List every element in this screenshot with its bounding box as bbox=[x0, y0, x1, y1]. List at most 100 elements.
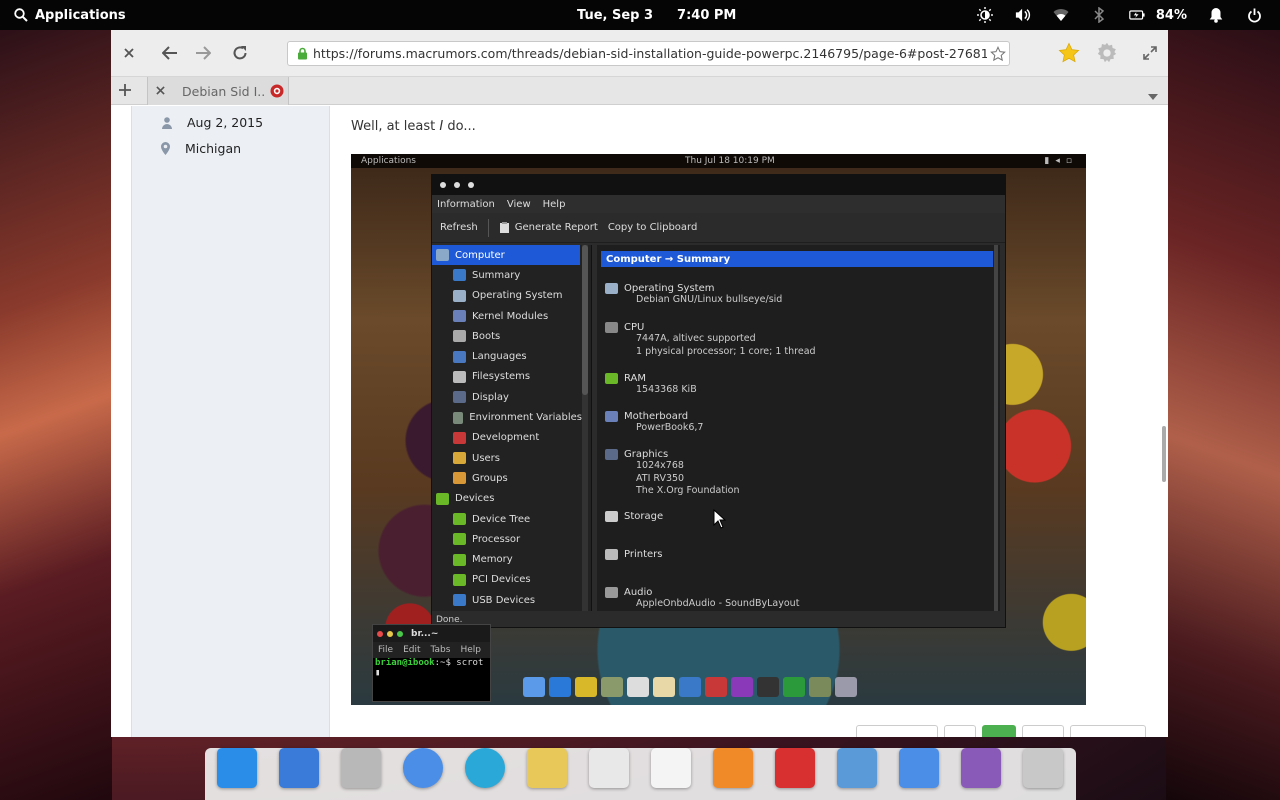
photos-icon[interactable] bbox=[835, 746, 879, 790]
settings-icon[interactable] bbox=[897, 746, 941, 790]
quote-button[interactable] bbox=[1022, 725, 1064, 737]
reload-button[interactable] bbox=[228, 41, 252, 65]
address-bar[interactable]: https://forums.macrumors.com/threads/deb… bbox=[287, 41, 1010, 66]
user-info-sidebar: Aug 2, 2015 Michigan bbox=[131, 106, 330, 737]
section-value: AppleOnbdAudio - SoundByLayout bbox=[636, 598, 800, 609]
browser-window: https://forums.macrumors.com/threads/deb… bbox=[111, 30, 1168, 737]
power-icon[interactable] bbox=[1246, 7, 1262, 23]
battery-percentage: 84% bbox=[1155, 7, 1187, 23]
screenshot-dock-icon bbox=[601, 677, 623, 697]
chromium-icon[interactable] bbox=[401, 746, 445, 790]
videos-icon[interactable] bbox=[773, 746, 817, 790]
bookmark-star-icon[interactable] bbox=[987, 45, 1009, 62]
hardinfo-menubar: Information View Help bbox=[432, 195, 1005, 213]
screenshot-dock-icon bbox=[757, 677, 779, 697]
tree-item-label: Memory bbox=[472, 554, 513, 566]
summary-section: RAM 1543368 KiB bbox=[605, 373, 697, 397]
post-screenshot-image[interactable]: Applications Thu Jul 18 10:19 PM ▮◂▫ Inf… bbox=[351, 154, 1086, 705]
location: Michigan bbox=[185, 141, 242, 156]
screenshot-dock-icon bbox=[523, 677, 545, 697]
tree-item-icon bbox=[453, 472, 466, 485]
trash-icon[interactable] bbox=[1021, 746, 1065, 790]
page-scrollbar[interactable] bbox=[1162, 426, 1166, 482]
section-icon bbox=[605, 449, 618, 460]
toolbar-separator bbox=[487, 218, 489, 237]
chevron-down-icon bbox=[1148, 94, 1158, 100]
top-panel: Applications Tue, Sep 3 7:40 PM 84% bbox=[0, 0, 1280, 30]
reload-icon bbox=[233, 46, 247, 60]
summary-section: Graphics 1024x768 ATI RV350 The X.Org Found… bbox=[605, 449, 740, 498]
joined-date-row: Aug 2, 2015 bbox=[159, 115, 263, 130]
date-time-indicator[interactable]: Tue, Sep 3 7:40 PM bbox=[577, 8, 736, 23]
hardinfo-window: Information View Help Refresh Generate R… bbox=[431, 174, 1006, 628]
bluetooth-off-icon[interactable] bbox=[1091, 7, 1107, 23]
tab-menu-button[interactable] bbox=[1148, 85, 1158, 104]
applications-menu[interactable]: Applications bbox=[14, 8, 126, 23]
volume-icon[interactable] bbox=[1015, 7, 1031, 23]
terminal-window: br...~ File Edit Tabs Help brian@ibook:~… bbox=[372, 624, 491, 702]
home-folder-icon[interactable] bbox=[339, 746, 383, 790]
tab-bar: Debian Sid I... bbox=[111, 77, 1168, 105]
new-tab-button[interactable] bbox=[119, 80, 131, 101]
app-center-icon[interactable] bbox=[959, 746, 1003, 790]
tree-item: PCI Devices bbox=[432, 570, 582, 590]
text-editor-icon[interactable] bbox=[649, 746, 693, 790]
browser-toolbar: https://forums.macrumors.com/threads/deb… bbox=[111, 30, 1168, 77]
tree-item: Boots bbox=[432, 326, 582, 346]
section-icon bbox=[605, 411, 618, 422]
section-title: Operating System bbox=[624, 283, 715, 294]
section-title: Storage bbox=[624, 511, 664, 522]
battery-icon[interactable] bbox=[1129, 7, 1145, 23]
location-row: Michigan bbox=[157, 141, 241, 156]
window-dot-icon bbox=[440, 182, 446, 188]
dock-app-tile bbox=[341, 748, 381, 788]
tree-item-icon bbox=[453, 269, 466, 282]
tree-item: USB Devices bbox=[432, 590, 582, 610]
close-window-button[interactable] bbox=[117, 41, 141, 65]
section-value: Debian GNU/Linux bullseye/sid bbox=[636, 294, 783, 305]
tree-item: Display bbox=[432, 387, 582, 407]
section-icon bbox=[605, 549, 618, 560]
forward-button[interactable] bbox=[191, 41, 215, 65]
tree-item: Memory bbox=[432, 549, 582, 569]
hardinfo-details: Computer → Summary Operating System Debia… bbox=[597, 245, 1000, 611]
mail-icon[interactable] bbox=[525, 746, 569, 790]
section-title: Motherboard bbox=[624, 411, 689, 422]
settings-button[interactable] bbox=[1095, 41, 1119, 65]
dock-app-tile bbox=[837, 748, 877, 788]
close-tab-icon[interactable] bbox=[148, 83, 172, 99]
like-button[interactable] bbox=[982, 725, 1016, 737]
web-browser-icon[interactable] bbox=[463, 746, 507, 790]
macrumors-favicon-icon bbox=[266, 84, 288, 98]
bookmarks-button[interactable] bbox=[1057, 41, 1081, 65]
tree-item-label: Devices bbox=[455, 493, 495, 505]
multitasking-view-icon[interactable] bbox=[277, 746, 321, 790]
tree-item-label: PCI Devices bbox=[472, 574, 531, 586]
tab-debian-sid[interactable]: Debian Sid I... bbox=[147, 77, 289, 105]
plus-icon bbox=[119, 84, 131, 96]
fullscreen-button[interactable] bbox=[1138, 41, 1162, 65]
reply-button[interactable] bbox=[1070, 725, 1146, 737]
tree-item: Device Tree bbox=[432, 509, 582, 529]
calendar-icon[interactable] bbox=[587, 746, 631, 790]
lock-icon bbox=[291, 47, 313, 60]
screenshot-dock-icon bbox=[653, 677, 675, 697]
notifications-icon[interactable] bbox=[1208, 7, 1224, 23]
back-button[interactable] bbox=[158, 41, 182, 65]
generate-report-button: Generate Report bbox=[499, 221, 598, 234]
screenshot-dock-icon bbox=[835, 677, 857, 697]
wifi-icon[interactable] bbox=[1053, 7, 1069, 23]
screenshot-dock-icon bbox=[705, 677, 727, 697]
details-scrollbar bbox=[994, 245, 998, 611]
files-icon[interactable] bbox=[215, 746, 259, 790]
summary-section: CPU 7447A, altivec supported 1 physical pr… bbox=[605, 322, 816, 358]
share-button[interactable] bbox=[856, 725, 938, 737]
report-button[interactable] bbox=[944, 725, 976, 737]
section-value: 1543368 KiB bbox=[636, 384, 697, 395]
music-icon[interactable] bbox=[711, 746, 755, 790]
gear-icon bbox=[1097, 42, 1117, 63]
night-light-icon[interactable] bbox=[976, 7, 993, 23]
section-icon bbox=[605, 283, 618, 294]
tree-item-icon bbox=[453, 573, 466, 586]
tree-item-icon bbox=[453, 594, 466, 607]
